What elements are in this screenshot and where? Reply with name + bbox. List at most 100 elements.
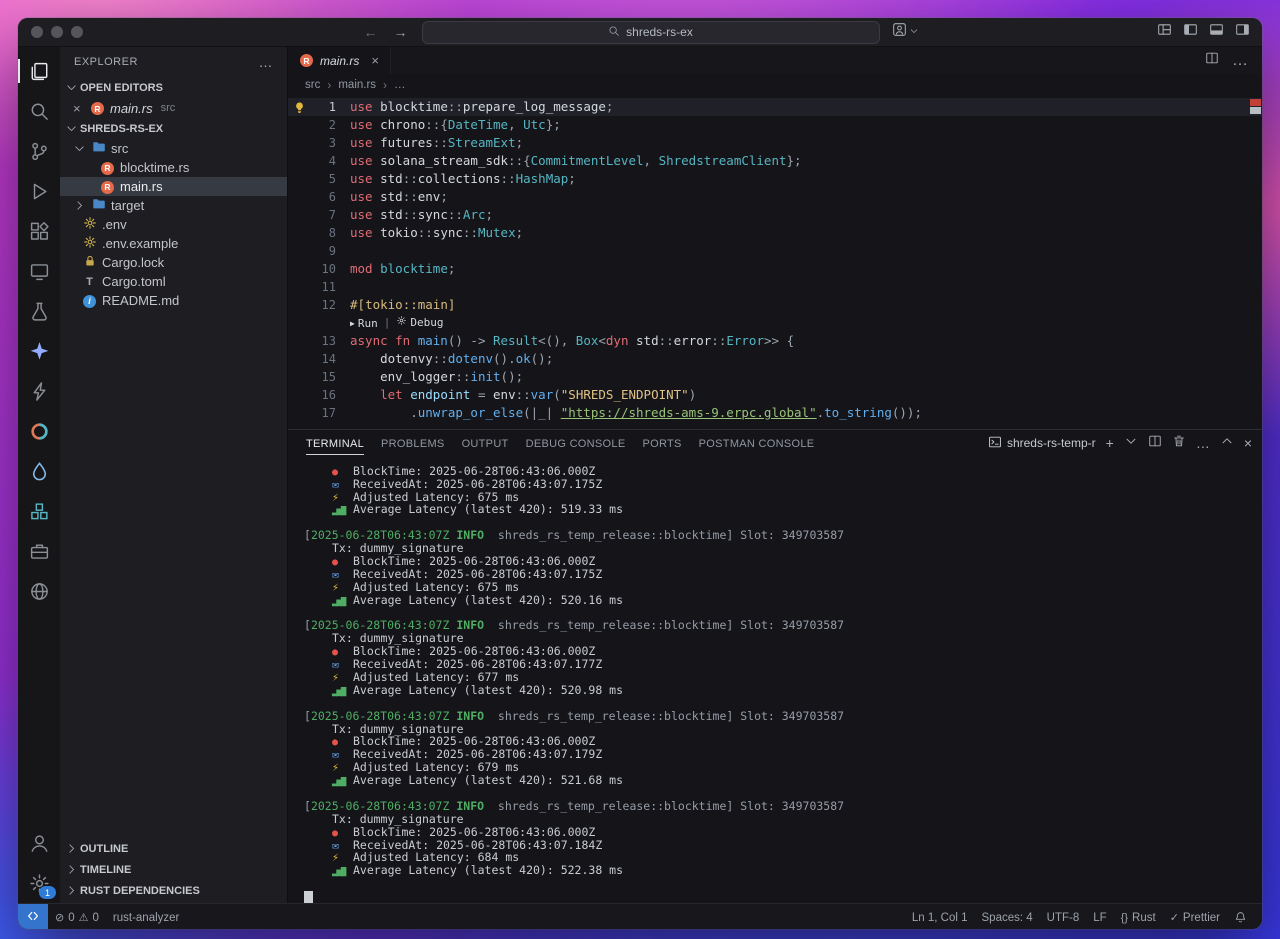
panel-more-actions-icon[interactable]: … [1196, 436, 1210, 450]
sidebar-more-actions-icon[interactable]: … [259, 54, 274, 70]
layout-grid-icon[interactable] [1157, 22, 1172, 42]
code-line-3[interactable]: 3use futures::StreamExt; [288, 134, 1262, 152]
tree-item-env-example[interactable]: .env.example [60, 234, 287, 253]
codelens-debug[interactable]: Debug [396, 314, 443, 332]
activity-copilot-button[interactable] [18, 331, 60, 371]
tree-item-target[interactable]: target [60, 196, 287, 215]
remote-indicator[interactable] [18, 904, 48, 929]
activity-source-control-button[interactable] [18, 131, 60, 171]
code-token: main [418, 333, 448, 348]
terminal-profile-chevron-icon[interactable] [1124, 434, 1138, 453]
code-line-1[interactable]: 1use blocktime::prepare_log_message; [288, 98, 1262, 116]
minimize-button[interactable] [51, 26, 63, 38]
tree-item-env[interactable]: .env [60, 215, 287, 234]
new-terminal-icon[interactable]: + [1106, 436, 1114, 450]
code-line-13[interactable]: 13async fn main() -> Result<(), Box<dyn … [288, 332, 1262, 350]
breadcrumb-item[interactable]: src [305, 79, 320, 91]
panel-tab-output[interactable]: OUTPUT [462, 432, 509, 455]
activity-testing-button[interactable] [18, 291, 60, 331]
close-button[interactable] [31, 26, 43, 38]
code-line-2[interactable]: 2use chrono::{DateTime, Utc}; [288, 116, 1262, 134]
toggle-panel-icon[interactable] [1209, 22, 1224, 42]
section-rust-dependencies[interactable]: RUST DEPENDENCIES [60, 880, 287, 901]
activity-settings-button[interactable]: 1 [18, 863, 60, 903]
tree-item-src[interactable]: src [60, 139, 287, 158]
toggle-secondary-sidebar-icon[interactable] [1235, 22, 1250, 42]
activity-globe-button[interactable] [18, 571, 60, 611]
kill-terminal-icon[interactable] [1172, 434, 1186, 453]
section-timeline[interactable]: TIMELINE [60, 859, 287, 880]
code-line-5[interactable]: 5use std::collections::HashMap; [288, 170, 1262, 188]
split-editor-icon[interactable] [1205, 51, 1219, 70]
split-terminal-icon[interactable] [1148, 434, 1162, 453]
profile-menu[interactable] [892, 22, 919, 42]
code-token: var [531, 387, 554, 402]
activity-extensions-button[interactable] [18, 211, 60, 251]
code-line-15[interactable]: 15 env_logger::init(); [288, 368, 1262, 386]
panel-tab-debug-console[interactable]: DEBUG CONSOLE [526, 432, 626, 455]
tree-item-cargo-lock[interactable]: Cargo.lock [60, 253, 287, 272]
close-icon[interactable]: × [73, 101, 85, 116]
problems-indicator[interactable]: ⊘ 0 ⚠ 0 [48, 904, 106, 929]
code-line-8[interactable]: 8use tokio::sync::Mutex; [288, 224, 1262, 242]
zoom-button[interactable] [71, 26, 83, 38]
code-line-4[interactable]: 4use solana_stream_sdk::{CommitmentLevel… [288, 152, 1262, 170]
activity-remote-explorer-button[interactable] [18, 251, 60, 291]
language-mode[interactable]: {} Rust [1114, 904, 1163, 929]
close-panel-icon[interactable]: × [1244, 436, 1252, 450]
open-editors-header[interactable]: OPEN EDITORS [60, 77, 287, 98]
tab-main-rs[interactable]: R main.rs × [288, 47, 391, 74]
code-line-11[interactable]: 11 [288, 278, 1262, 296]
breadcrumb-item[interactable]: main.rs [338, 79, 376, 91]
activity-search-button[interactable] [18, 91, 60, 131]
code-line-16[interactable]: 16 let endpoint = env::var("SHREDS_ENDPO… [288, 386, 1262, 404]
activity-thunder-client-button[interactable] [18, 371, 60, 411]
activity-run-debug-button[interactable] [18, 171, 60, 211]
encoding-setting[interactable]: UTF-8 [1040, 904, 1087, 929]
activity-explorer-button[interactable] [18, 51, 60, 91]
notifications-bell[interactable] [1227, 904, 1254, 929]
activity-circle-logo-button[interactable] [18, 411, 60, 451]
activity-containers-button[interactable] [18, 491, 60, 531]
cursor-position[interactable]: Ln 1, Col 1 [905, 904, 975, 929]
formatter-status[interactable]: ✓ Prettier [1163, 904, 1227, 929]
code-line-17[interactable]: 17 .unwrap_or_else(|_| "https://shreds-a… [288, 404, 1262, 422]
code-token: () -> [448, 333, 493, 348]
breadcrumb-item[interactable]: … [394, 79, 406, 91]
tree-item-cargo-toml[interactable]: TCargo.toml [60, 272, 287, 291]
code-line-6[interactable]: 6use std::env; [288, 188, 1262, 206]
forward-arrow-icon[interactable]: → [392, 24, 410, 40]
panel-tab-problems[interactable]: PROBLEMS [381, 432, 445, 455]
code-line-14[interactable]: 14 dotenvy::dotenv().ok(); [288, 350, 1262, 368]
eol-setting[interactable]: LF [1086, 904, 1113, 929]
tree-item-readme-md[interactable]: iREADME.md [60, 291, 287, 310]
project-section-header[interactable]: SHREDS-RS-EX [60, 118, 287, 139]
code-line-12[interactable]: 12#[tokio::main] [288, 296, 1262, 314]
panel-tab-terminal[interactable]: TERMINAL [306, 432, 364, 455]
rust-analyzer-status[interactable]: rust-analyzer [106, 904, 186, 929]
code-line-9[interactable]: 9 [288, 242, 1262, 260]
tree-item-main-rs[interactable]: Rmain.rs [60, 177, 287, 196]
section-outline[interactable]: OUTLINE [60, 838, 287, 859]
toggle-sidebar-icon[interactable] [1183, 22, 1198, 42]
codelens-run[interactable]: ▶Run [350, 315, 378, 333]
more-actions-icon[interactable]: … [1232, 52, 1248, 70]
panel-tab-ports[interactable]: PORTS [642, 432, 681, 455]
terminal-session[interactable]: shreds-rs-temp-r [988, 435, 1096, 452]
code-line-10[interactable]: 10mod blocktime; [288, 260, 1262, 278]
tree-item-blocktime-rs[interactable]: Rblocktime.rs [60, 158, 287, 177]
activity-water-drop-button[interactable] [18, 451, 60, 491]
code-editor[interactable]: 1use blocktime::prepare_log_message;2use… [288, 96, 1262, 429]
command-center-search[interactable]: shreds-rs-ex [422, 21, 880, 44]
code-token: chrono [380, 117, 425, 132]
terminal-output[interactable]: ●BlockTime: 2025-06-28T06:43:06.000Z✉Rec… [288, 457, 1262, 903]
close-icon[interactable]: × [371, 53, 379, 68]
indentation-setting[interactable]: Spaces: 4 [975, 904, 1040, 929]
back-arrow-icon[interactable]: ← [362, 24, 380, 40]
maximize-panel-icon[interactable] [1220, 434, 1234, 453]
code-line-7[interactable]: 7use std::sync::Arc; [288, 206, 1262, 224]
panel-tab-postman-console[interactable]: POSTMAN CONSOLE [699, 432, 815, 455]
open-editor-item[interactable]: ×Rmain.rssrc [60, 98, 287, 118]
activity-accounts-button[interactable] [18, 823, 60, 863]
activity-briefcase-button[interactable] [18, 531, 60, 571]
